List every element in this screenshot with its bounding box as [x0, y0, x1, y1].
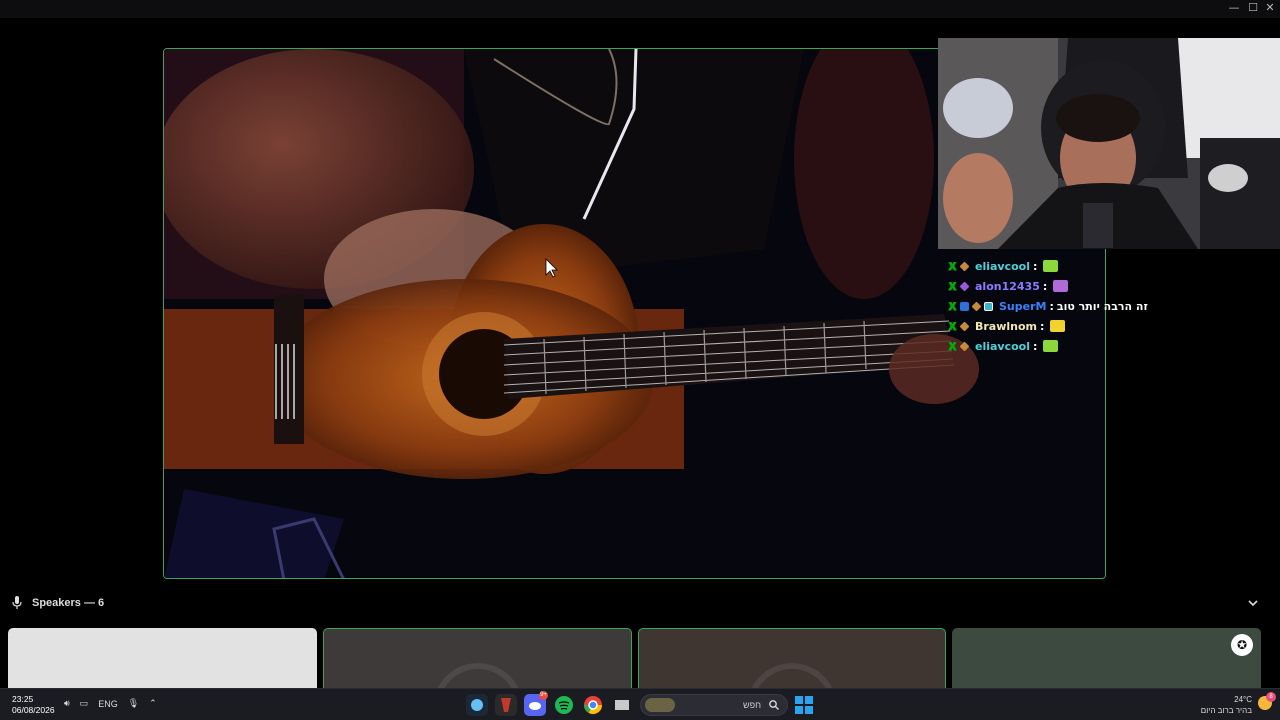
microphone-icon	[12, 596, 22, 609]
weather-description: בהיר ברוב היום	[1200, 706, 1252, 715]
tile-options-icon[interactable]: ✪	[1231, 634, 1253, 656]
guitar-pick-badge-icon	[959, 341, 970, 351]
webcam-frame	[938, 38, 1280, 249]
guitar-pick-badge-icon	[971, 301, 982, 311]
collapse-speakers-chevron-icon[interactable]	[1248, 596, 1258, 610]
chat-separator: :	[1033, 259, 1038, 273]
app-red-icon[interactable]	[495, 694, 517, 716]
clock[interactable]: 23:25 06/08/2026	[12, 694, 55, 716]
chat-username[interactable]: eliavcool	[975, 260, 1030, 273]
steam-icon[interactable]	[466, 694, 488, 716]
chat-message: SuperM: זה הרבה יותר טוב	[948, 296, 1168, 316]
emote-icon	[1053, 280, 1069, 292]
weather-widget[interactable]: 24°C בהיר ברוב היום	[1201, 694, 1252, 716]
chat-overlay: eliavcool: alon12435: SuperM: זה הרבה יותר …	[948, 256, 1168, 356]
weather-temperature: 24°C	[1234, 695, 1252, 704]
minimize-button[interactable]: —	[1224, 0, 1244, 18]
chat-separator: :	[1033, 339, 1038, 353]
guitar-pick-badge-icon	[959, 281, 970, 291]
avatar	[432, 663, 523, 689]
participant-tile[interactable]	[8, 628, 317, 690]
chat-username[interactable]: alon12435	[975, 280, 1040, 293]
notification-badge: 8	[1266, 692, 1276, 702]
clock-date: 06/08/2026	[12, 705, 55, 715]
chat-separator: :	[1040, 319, 1045, 333]
taskbar-apps: 9+ חפש	[466, 691, 813, 716]
chat-message: eliavcool:	[948, 256, 1168, 276]
moderator-badge-icon	[948, 281, 957, 291]
chat-separator: :	[1042, 279, 1048, 293]
participant-tile[interactable]	[323, 628, 632, 690]
emote-icon	[1043, 260, 1059, 272]
close-button[interactable]: ✕	[1260, 0, 1280, 18]
clock-time: 23:25	[12, 694, 34, 704]
spotify-icon[interactable]	[553, 694, 575, 716]
streamer-webcam	[938, 38, 1280, 249]
chat-separator: :	[1049, 299, 1054, 313]
title-bar: — ☐ ✕	[0, 0, 1280, 18]
guitar-pick-badge-icon	[959, 261, 970, 271]
search-placeholder: חפש	[743, 700, 761, 710]
chat-message: Brawlnom:	[948, 316, 1168, 336]
file-explorer-icon[interactable]	[611, 694, 633, 716]
search-highlight-image	[645, 698, 675, 712]
speakers-header[interactable]: Speakers — 6	[12, 596, 104, 610]
moderator-badge-icon	[948, 321, 957, 331]
chat-text: זה הרבה יותר טוב	[1056, 299, 1148, 313]
system-tray: 🔊︎ ▭ ENG 🎙︎ ⌃	[64, 698, 157, 709]
avatar	[747, 663, 837, 689]
participant-tile[interactable]	[638, 628, 946, 690]
moderator-badge-icon	[948, 301, 957, 311]
chat-message: eliavcool:	[948, 336, 1168, 356]
chat-username[interactable]: SuperM	[999, 300, 1046, 313]
emote-icon	[1043, 340, 1059, 352]
chat-username[interactable]: Brawlnom	[975, 320, 1037, 333]
participant-tile[interactable]: ✪	[952, 628, 1261, 690]
chat-message: alon12435:	[948, 276, 1168, 296]
language-indicator[interactable]: ENG	[98, 699, 118, 709]
windows-start-icon[interactable]	[795, 696, 813, 714]
chat-username[interactable]: eliavcool	[975, 340, 1030, 353]
chrome-icon[interactable]	[582, 694, 604, 716]
volume-icon[interactable]: 🔊︎	[64, 698, 70, 709]
speakers-label: Speakers — 6	[32, 597, 105, 609]
windows-taskbar: 23:25 06/08/2026 🔊︎ ▭ ENG 🎙︎ ⌃ 9+ חפש 24…	[0, 688, 1280, 720]
discord-notification-badge: 9+	[539, 691, 548, 700]
search-icon	[769, 700, 779, 710]
moderator-badge-icon	[948, 341, 957, 351]
microphone-tray-icon[interactable]: 🎙︎	[128, 698, 139, 709]
taskbar-search[interactable]: חפש	[640, 694, 788, 716]
emote-icon	[1050, 320, 1066, 332]
display-icon[interactable]: ▭	[80, 698, 89, 709]
guitar-pick-badge-icon	[959, 321, 970, 331]
moderator-badge-icon	[948, 261, 957, 271]
subscriber-badge-icon	[960, 301, 969, 311]
vip-badge-icon	[984, 301, 993, 311]
discord-icon[interactable]: 9+	[524, 691, 548, 716]
tray-overflow-chevron-icon[interactable]: ⌃	[149, 698, 157, 709]
